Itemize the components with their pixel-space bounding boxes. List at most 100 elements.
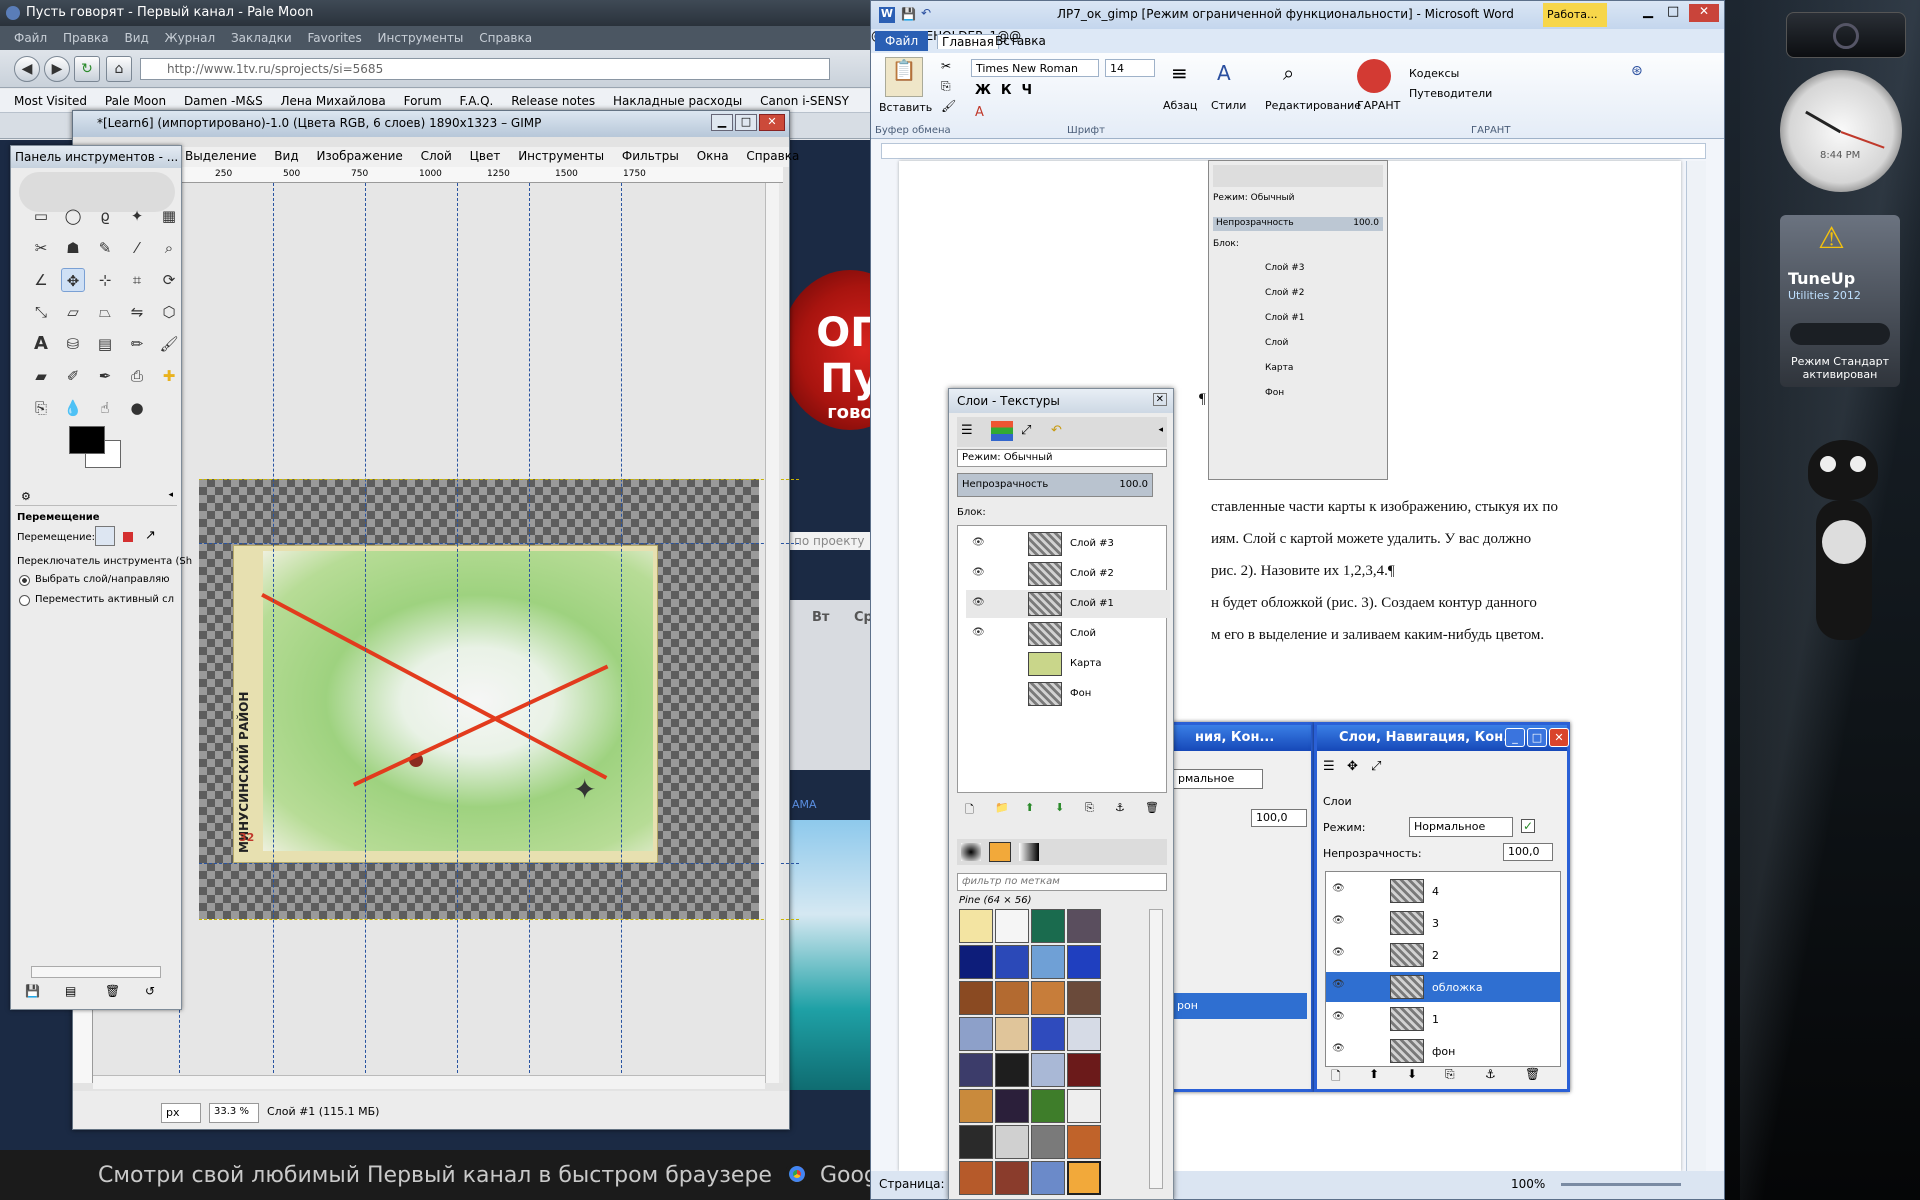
paths-tab-icon[interactable]: ⤢ (1371, 759, 1381, 774)
layer-mode-select[interactable]: Режим: Обычный (957, 449, 1167, 467)
pattern-swatch[interactable] (995, 1089, 1029, 1123)
new-layer-icon[interactable]: 🗋 (1331, 1067, 1341, 1088)
zoom-slider[interactable] (1561, 1183, 1681, 1186)
pattern-swatch[interactable] (959, 945, 993, 979)
duplicate-layer-icon[interactable]: ⎘ (1445, 1067, 1455, 1082)
context-tab-label[interactable]: Работа... (1543, 3, 1607, 27)
duplicate-layer-icon[interactable]: ⎘ (1085, 801, 1094, 815)
shear-icon[interactable]: ▱ (61, 300, 85, 324)
menu-filters[interactable]: Фильтры (622, 149, 679, 163)
color-picker-icon[interactable]: ⁄ (125, 236, 149, 260)
color-select-icon[interactable]: ▦ (157, 204, 181, 228)
menu-history[interactable]: Журнал (165, 31, 216, 45)
channels-tab-icon[interactable] (991, 421, 1013, 441)
menu-bookmarks[interactable]: Закладки (231, 31, 292, 45)
paths-icon[interactable]: ✎ (93, 236, 117, 260)
lower-layer-icon[interactable]: ⬇ (1407, 1067, 1417, 1081)
bookmark-pale-moon[interactable]: Pale Moon (105, 94, 166, 108)
guide-line[interactable] (365, 183, 366, 1083)
maximize-button[interactable]: □ (1667, 4, 1679, 19)
close-button[interactable]: ✕ (1689, 4, 1719, 22)
eye-icon[interactable]: 👁 (1332, 915, 1345, 926)
tab-file[interactable]: Файл (875, 31, 929, 51)
close-button[interactable]: ✕ (1549, 728, 1569, 747)
eye-icon[interactable]: 👁 (1332, 1043, 1345, 1054)
pattern-swatch[interactable] (1031, 945, 1065, 979)
cut-icon[interactable]: ✂ (941, 59, 951, 73)
pattern-swatch[interactable] (995, 1053, 1029, 1087)
eye-icon[interactable]: 👁 (1332, 979, 1345, 990)
save-icon[interactable]: 💾 (901, 7, 916, 21)
menu-favorites[interactable]: Favorites (307, 31, 361, 45)
rotate-icon[interactable]: ⟳ (157, 268, 181, 292)
menu-select[interactable]: Выделение (185, 149, 256, 163)
move-tab-icon[interactable]: ✥ (1347, 759, 1358, 774)
perspective-clone-icon[interactable]: ⎘ (29, 396, 53, 420)
move-selection-toggle[interactable] (123, 532, 133, 542)
site-resort-image[interactable] (790, 820, 880, 1090)
vertical-scrollbar[interactable] (765, 183, 779, 1083)
pattern-swatch[interactable] (995, 945, 1029, 979)
pattern-swatch[interactable] (1067, 909, 1101, 943)
delete-options-icon[interactable]: 🗑 (105, 984, 120, 998)
option-move-active[interactable]: Переместить активный сл (35, 594, 174, 605)
menu-image[interactable]: Изображение (316, 149, 402, 163)
bookmark-most-visited[interactable]: Most Visited (14, 94, 87, 108)
ink-icon[interactable]: ✒ (93, 364, 117, 388)
paste-button[interactable]: Вставить (879, 101, 932, 114)
paragraph-button[interactable]: Абзац (1163, 99, 1197, 112)
layer-row[interactable]: 👁 Слой #2 (966, 560, 1170, 588)
pattern-swatch[interactable] (1031, 909, 1065, 943)
bookmark-damen[interactable]: Damen -M&S (184, 94, 263, 108)
layer-row[interactable]: 👁 Слой (966, 620, 1170, 648)
paragraph-icon[interactable]: ≡ (1171, 61, 1188, 85)
guide-line[interactable] (199, 919, 799, 920)
gradients-tab-icon[interactable] (1019, 843, 1039, 861)
minimize-button[interactable]: ▁ (711, 114, 733, 131)
layer-row[interactable]: Карта (966, 650, 1170, 678)
bookmark-overheads[interactable]: Накладные расходы (613, 94, 742, 108)
perspective-icon[interactable]: ⏢ (93, 300, 117, 324)
url-bar[interactable]: http://www.1tv.ru/sprojects/si=5685 (140, 58, 830, 80)
menu-color[interactable]: Цвет (470, 149, 501, 163)
maximize-button[interactable]: □ (735, 114, 757, 131)
options-scrollbar[interactable] (31, 966, 161, 978)
font-size-select[interactable]: 14 (1105, 59, 1155, 77)
mode-select[interactable]: Нормальное (1409, 817, 1513, 837)
left-opacity[interactable]: 100,0 (1251, 809, 1307, 827)
pattern-swatch[interactable] (959, 909, 993, 943)
scissors-icon[interactable]: ✂ (29, 236, 53, 260)
new-group-icon[interactable]: 📁 (995, 801, 1009, 814)
tab-insert[interactable]: Вставка (995, 34, 1046, 48)
delete-layer-icon[interactable]: 🗑 (1525, 1067, 1540, 1081)
align-icon[interactable]: ⊹ (93, 268, 117, 292)
site-search-input[interactable]: по проекту (790, 532, 880, 550)
mode-switch[interactable] (1790, 323, 1890, 345)
menu-tools[interactable]: Инструменты (378, 31, 464, 45)
reset-options-icon[interactable]: ↺ (145, 984, 155, 998)
horizontal-ruler[interactable]: 250 500 750 1000 1250 1500 1750 (93, 167, 783, 183)
clock-gadget[interactable]: 8:44 PM (1780, 70, 1902, 192)
left-selected-layer[interactable]: рон (1173, 993, 1307, 1019)
pattern-scrollbar[interactable] (1149, 909, 1163, 1189)
anchor-layer-icon[interactable]: ⚓ (1485, 1067, 1496, 1081)
menu-tools[interactable]: Инструменты (518, 149, 604, 163)
forward-button[interactable]: ▶ (44, 56, 70, 82)
word-ruler[interactable] (881, 143, 1706, 159)
pattern-swatch[interactable] (1031, 1017, 1065, 1051)
radio-pick-layer[interactable] (19, 575, 30, 586)
font-color-icon[interactable]: A (975, 105, 984, 120)
minimize-button[interactable]: _ (1505, 728, 1525, 747)
menu-edit[interactable]: Правка (63, 31, 109, 45)
layer-row-cover[interactable]: 👁 обложка (1326, 972, 1560, 1002)
paintbrush-icon[interactable]: 🖌 (157, 332, 181, 356)
clone-icon[interactable]: ⎙ (125, 364, 149, 388)
zoom-level[interactable]: 100% (1511, 1177, 1545, 1191)
pattern-swatch[interactable] (1067, 981, 1101, 1015)
garant-logo-icon[interactable] (1357, 59, 1391, 93)
layers-tab-icon[interactable]: ☰ (1323, 759, 1335, 774)
format-buttons[interactable]: ЖКЧ (975, 83, 1042, 98)
codex-button[interactable]: Кодексы (1409, 67, 1459, 80)
word-vertical-scrollbar[interactable] (1686, 161, 1706, 1171)
new-layer-icon[interactable]: 🗋 (965, 801, 974, 820)
